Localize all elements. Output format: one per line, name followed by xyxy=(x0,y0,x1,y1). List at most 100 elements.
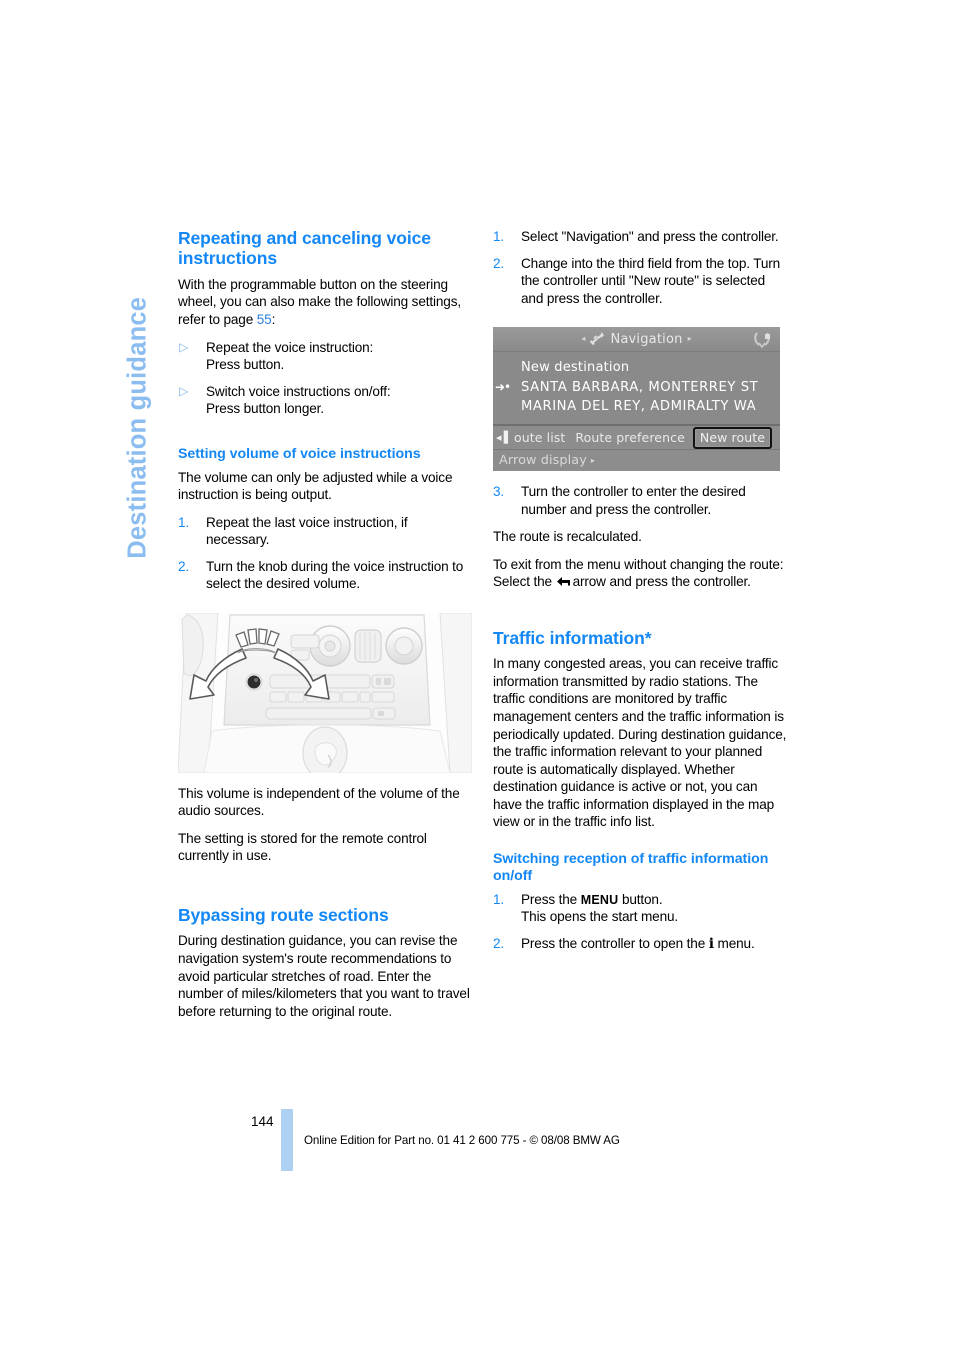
step-list-volume: 1. Repeat the last voice instruction, if… xyxy=(178,514,472,593)
step-text: Change into the third field from the top… xyxy=(521,255,781,306)
bullet-list-voice-instructions: ▷ Repeat the voice instruction: Press bu… xyxy=(178,339,472,418)
step-list-switching-reception: 1. Press the MENU button. This opens the… xyxy=(493,891,787,953)
step-text-line-2: This opens the start menu. xyxy=(521,909,679,925)
current-destination-arrow-icon: ➜• xyxy=(495,380,511,395)
footer-imprint: Online Edition for Part no. 01 41 2 600 … xyxy=(304,1134,620,1147)
arrow-display-label: Arrow display xyxy=(499,453,587,469)
exit-note-select-prefix: Select the xyxy=(493,574,556,590)
heading-traffic-information: Traffic information* xyxy=(493,627,652,648)
heading-switching-reception-of-traffic-information: Switching reception of traffic informati… xyxy=(493,850,769,884)
manual-page: Destination guidance Repeating and cance… xyxy=(0,0,954,1350)
right-column: 1. Select "Navigation" and press the con… xyxy=(493,228,787,963)
step-text: Repeat the last voice instruction, if ne… xyxy=(206,514,408,548)
navigation-screen-header: ◂ Navigation ▸ xyxy=(493,327,780,353)
navigation-destination-list: New destination ➜• SANTA BARBARA, MONTER… xyxy=(493,352,780,427)
menu-button-glyph: MENU xyxy=(580,892,619,907)
paragraph-setting-stored: The setting is stored for the remote con… xyxy=(178,830,427,864)
navigation-arrow-display-row[interactable]: Arrow display ▸ xyxy=(493,450,780,472)
step-text: Turn the knob during the voice instructi… xyxy=(206,558,464,592)
navigation-screen: ◂ Navigation ▸ New destination ➜• SANTA … xyxy=(493,327,780,472)
paragraph-exit-menu: To exit from the menu without changing t… xyxy=(493,556,787,592)
navigation-tab-bar: ◂▐ oute list Route preference New route xyxy=(493,426,780,451)
step-text: Turn the controller to enter the desired… xyxy=(521,484,746,517)
list-item: 1. Select "Navigation" and press the con… xyxy=(493,228,787,246)
row-label: SANTA BARBARA, MONTERREY ST xyxy=(521,379,759,395)
navigation-header-center: ◂ Navigation ▸ xyxy=(581,330,692,349)
list-item: 1. Press the MENU button. This opens the… xyxy=(493,891,787,926)
center-console-illustration xyxy=(178,612,472,773)
paragraph-text-before-ref: With the programmable button on the stee… xyxy=(178,276,461,327)
step-text-suffix: button. xyxy=(618,891,663,907)
chapter-tab: Destination guidance xyxy=(118,200,158,560)
figure-center-console xyxy=(178,612,472,773)
chevron-right-icon: ▸ xyxy=(590,456,595,466)
paragraph-volume-independent: This volume is independent of the volume… xyxy=(178,785,460,819)
step-number: 1. xyxy=(493,229,505,244)
list-item: 3. Turn the controller to enter the desi… xyxy=(493,483,787,518)
list-item-line-1: Repeat the voice instruction: xyxy=(206,339,374,355)
paragraph-text-after-ref: : xyxy=(271,312,276,327)
tab-route-list[interactable]: oute list xyxy=(509,430,570,445)
tab-new-route[interactable]: New route xyxy=(692,426,773,449)
list-item[interactable]: ➜• SANTA BARBARA, MONTERREY ST xyxy=(493,378,780,398)
paragraph-volume-adjust-note: The volume can only be adjusted while a … xyxy=(178,469,453,503)
step-text: Select "Navigation" and press the contro… xyxy=(521,229,779,244)
heading-bypassing-route-sections: Bypassing route sections xyxy=(178,905,389,925)
chevron-right-icon[interactable]: ▸ xyxy=(688,335,692,343)
triangle-bullet-icon: ▷ xyxy=(179,339,189,354)
list-item: ▷ Switch voice instructions on/off: Pres… xyxy=(178,383,472,418)
list-item: 2. Change into the third field from the … xyxy=(493,255,787,308)
row-label: MARINA DEL REY, ADMIRALTY WA xyxy=(521,399,757,415)
step-number: 3. xyxy=(493,484,505,500)
paragraph-bypassing-route: During destination guidance, you can rev… xyxy=(178,933,470,1019)
list-item[interactable]: New destination xyxy=(493,358,780,378)
list-item: 1. Repeat the last voice instruction, if… xyxy=(178,514,472,549)
exit-note-line-1: To exit from the menu without changing t… xyxy=(493,556,784,572)
paragraph-traffic-information: In many congested areas, you can receive… xyxy=(493,656,787,830)
navigation-crosshair-icon xyxy=(590,330,605,349)
compass-icon xyxy=(754,330,771,349)
step-number: 2. xyxy=(178,558,190,574)
left-column: Repeating and canceling voice instructio… xyxy=(178,228,472,1030)
heading-setting-volume-of-voice-instructions: Setting volume of voice instructions xyxy=(178,445,421,462)
list-item: 2. Press the controller to open the i me… xyxy=(493,935,787,953)
list-item-line-2: Press button longer. xyxy=(206,401,324,417)
step-number: 2. xyxy=(493,255,505,271)
list-item-line-2: Press button. xyxy=(206,357,285,373)
footer-accent-bar xyxy=(281,1109,293,1171)
list-item[interactable]: MARINA DEL REY, ADMIRALTY WA xyxy=(493,397,780,417)
step-text-prefix: Press the xyxy=(521,891,581,907)
step-list-enter-number: 3. Turn the controller to enter the desi… xyxy=(493,483,787,518)
step-text-suffix: menu. xyxy=(713,935,755,951)
tab-route-preference[interactable]: Route preference xyxy=(570,430,689,445)
figure-navigation-screen: ◂ Navigation ▸ New destination ➜• SANTA … xyxy=(493,327,787,472)
chapter-tab-label: Destination guidance xyxy=(123,296,152,559)
paragraph-route-recalculated: The route is recalculated. xyxy=(493,529,642,545)
heading-repeating-canceling-voice-instructions: Repeating and canceling voice instructio… xyxy=(178,228,431,269)
step-number: 2. xyxy=(493,935,505,951)
page-number: 144 xyxy=(251,1114,274,1129)
chevron-left-icon[interactable]: ◂ xyxy=(581,335,585,343)
list-item-line-1: Switch voice instructions on/off: xyxy=(206,383,391,399)
navigation-screen-title: Navigation xyxy=(610,331,683,347)
list-item: ▷ Repeat the voice instruction: Press bu… xyxy=(178,339,472,374)
back-arrow-icon xyxy=(556,574,571,592)
step-list-new-route: 1. Select "Navigation" and press the con… xyxy=(493,228,787,307)
back-arrow-icon[interactable]: ◂▐ xyxy=(493,431,509,444)
page-footer: 144 Online Edition for Part no. 01 41 2 … xyxy=(0,1106,954,1176)
triangle-bullet-icon: ▷ xyxy=(179,383,189,398)
step-number: 1. xyxy=(493,891,505,907)
step-text-prefix: Press the controller to open the xyxy=(521,935,709,951)
paragraph-programmable-button: With the programmable button on the stee… xyxy=(178,276,472,329)
step-number: 1. xyxy=(178,514,190,530)
exit-note-select-suffix: arrow and press the controller. xyxy=(572,574,751,590)
page-reference-link[interactable]: 55 xyxy=(257,312,272,327)
list-item: 2. Turn the knob during the voice instru… xyxy=(178,558,472,593)
row-label: New destination xyxy=(521,360,630,376)
